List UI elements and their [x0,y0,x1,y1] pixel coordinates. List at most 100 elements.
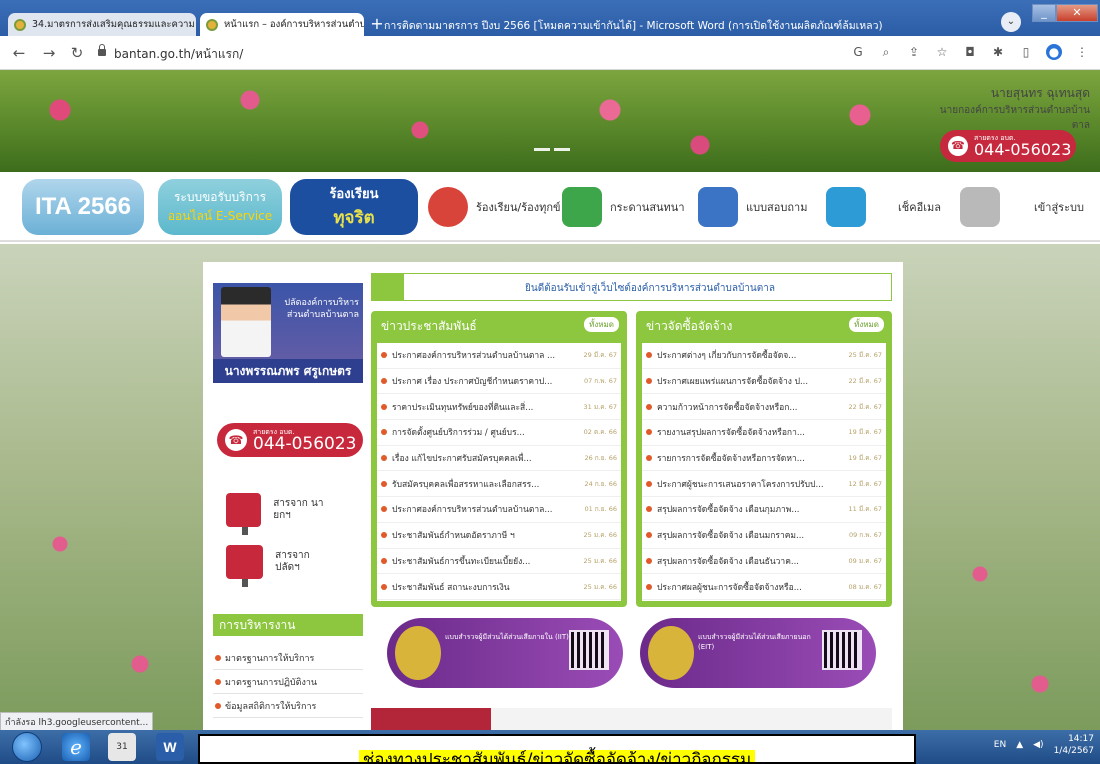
bookmark-star-icon[interactable]: ☆ [934,44,950,60]
management-item[interactable]: มาตรฐานการให้บริการ [213,646,363,670]
news-title[interactable]: รายการการจัดซื้อจัดจ้างหรือการจัดหา... [657,451,848,465]
procurement-news-box: ข่าวจัดซื้อจัดจ้าง ทั้งหมด ประกาศต่างๆ เ… [636,311,892,607]
news-row[interactable]: สรุปผลการจัดซื้อจัดจ้าง เดือนกุมภาพ... 11… [642,497,886,523]
news-title[interactable]: รับสมัครบุคคลเพื่อสรรหาและเลือกสรร... [392,477,583,491]
iit-survey-banner[interactable]: แบบสำรวจผู้มีส่วนได้ส่วนเสียภายใน (IIT) [387,618,623,688]
news-title[interactable]: เรื่อง แก้ไขประกาศรับสมัครบุคคลเพื่... [392,451,583,465]
news-title[interactable]: ประกาศองค์การบริหารส่วนตำบลบ้านตาล... [392,502,583,516]
news-row[interactable]: ประกาศต่างๆ เกี่ยวกับการจัดซื้อจัดจ... 25… [642,343,886,369]
complaint-link[interactable]: ร้องเรียน/ร้องทุกข์ [428,180,561,234]
back-icon[interactable]: ← [10,44,28,62]
news-title[interactable]: รายงานสรุปผลการจัดซื้อจัดจ้างหรือกา... [657,425,848,439]
survey-link[interactable]: แบบสอบถาม [698,180,807,234]
sidebar-hotline-badge[interactable]: ☎ สายตรง อบต. 044-056023 [217,423,363,457]
news-row[interactable]: ประชาสัมพันธ์การขึ้นทะเบียนเบี้ยยัง... 25… [377,549,621,575]
news-title[interactable]: ราคาประเมินทุนทรัพย์ของที่ดินและสิ่... [392,400,583,414]
news-title[interactable]: ประกาศต่างๆ เกี่ยวกับการจัดซื้อจัดจ... [657,348,848,362]
mailbox-icon [226,493,262,535]
clock-date: 1/4/2567 [1053,746,1094,756]
news-row[interactable]: รับสมัครบุคคลเพื่อสรรหาและเลือกสรร... 24 … [377,471,621,498]
browser-tab-active[interactable]: หน้าแรก – องค์การบริหารส่วนตำบลบ้านตาล ✕ [200,13,364,36]
news-row[interactable]: ประกาศองค์การบริหารส่วนตำบลบ้านตาล ... 29… [377,343,621,369]
check-email-link[interactable]: เช็คอีเมล [826,180,941,234]
news-title[interactable]: ประกาศผลผู้ชนะการจัดซื้อจัดจ้างหรือ... [657,580,848,594]
news-title[interactable]: ประชาสัมพันธ์ สถานะงบการเงิน [392,580,583,594]
bullet-icon [381,352,387,359]
language-indicator[interactable]: EN [994,740,1006,750]
volume-icon[interactable]: ◀) [1033,740,1043,750]
news-row[interactable]: ประกาศเผยแพร่แผนการจัดซื้อจัดจ้าง ป... 22… [642,369,886,395]
network-icon[interactable]: ▲ [1016,740,1023,750]
news-row[interactable]: ประกาศผลผู้ชนะการจัดซื้อจัดจ้างหรือ... 08… [642,574,886,600]
google-icon[interactable]: G [850,44,866,60]
clerk-profile-card[interactable]: ปลัดองค์การบริหารส่วนตำบลบ้านตาล นางพรรณ… [213,283,363,383]
lock-icon[interactable] [98,44,106,56]
zoom-icon[interactable]: ⌕ [878,44,894,60]
e-service-button[interactable]: ระบบขอรับบริการ ออนไลน์ E-Service [158,179,282,235]
welcome-bar: ยินดีต้อนรับเข้าสู่เว็บไซต์องค์การบริหาร… [371,273,892,301]
share-icon[interactable]: ⇪ [906,44,922,60]
menu-kebab-icon[interactable]: ⋮ [1074,44,1090,60]
news-row[interactable]: ประกาศ เรื่อง ประกาศบัญชีกำหนดราคาป... 07… [377,369,621,395]
news-title[interactable]: สรุปผลการจัดซื้อจัดจ้าง เดือนมกราคม... [657,528,848,542]
report-corruption-button[interactable]: ร้องเรียน ทุจริต [290,179,418,235]
pr-news-all-button[interactable]: ทั้งหมด [584,317,619,332]
clock[interactable]: 14:17 1/4/2567 [1054,733,1094,757]
news-row[interactable]: ราคาประเมินทุนทรัพย์ของที่ดินและสิ่... 31… [377,394,621,421]
discussion-board-link[interactable]: กระดานสนทนา [562,180,685,234]
profile-avatar-icon[interactable]: ● [1046,44,1062,60]
news-row[interactable]: เรื่อง แก้ไขประกาศรับสมัครบุคคลเพื่... 26… [377,446,621,472]
news-row[interactable]: ประชาสัมพันธ์กำหนดอัตราภาษี ฯ 25 ม.ค. 66 [377,523,621,549]
news-title[interactable]: ประกาศ เรื่อง ประกาศบัญชีกำหนดราคาป... [392,374,583,388]
close-window-button[interactable]: ✕ [1056,4,1098,22]
news-title[interactable]: สรุปผลการจัดซื้อจัดจ้าง เดือนธันวาค... [657,554,848,568]
news-row[interactable]: สรุปผลการจัดซื้อจัดจ้าง เดือนธันวาค... 09… [642,549,886,575]
news-row[interactable]: การจัดตั้งศูนย์บริการร่วม / ศูนย์บร... 02… [377,420,621,446]
news-row[interactable]: ประชาสัมพันธ์ สถานะงบการเงิน 25 ม.ค. 66 [377,574,621,600]
management-item[interactable]: ข้อมูลสถิติการให้บริการ [213,694,363,718]
news-row[interactable]: รายงานสรุปผลการจัดซื้อจัดจ้างหรือกา... 19… [642,420,886,446]
close-tab-icon[interactable]: ✕ [195,18,196,31]
browser-tab[interactable]: 34.มาตรการส่งเสริมคุณธรรมและความ ✕ [8,13,196,36]
eit-survey-banner[interactable]: แบบสำรวจผู้มีส่วนได้ส่วนเสียภายนอก (EIT) [640,618,876,688]
procurement-news-all-button[interactable]: ทั้งหมด [849,317,884,332]
message-from-clerk-link[interactable]: สารจาก ปลัดฯ [226,542,336,587]
iit-survey-text: แบบสำรวจผู้มีส่วนได้ส่วนเสียภายใน (IIT) [445,633,569,641]
hotline-badge[interactable]: ☎ สายตรง อบต. 044-056023 [940,130,1076,162]
news-row[interactable]: ความก้าวหน้าการจัดซื้อจัดจ้างหรือก... 22 … [642,394,886,421]
slider-dots[interactable] [534,148,570,151]
qr-code-icon [822,630,862,670]
tab-title: 34.มาตรการส่งเสริมคุณธรรมและความ [32,19,195,30]
news-row[interactable]: รายการการจัดซื้อจัดจ้างหรือการจัดหา... 19… [642,446,886,472]
calendar-icon[interactable]: 31 [108,733,136,761]
news-title[interactable]: ประกาศองค์การบริหารส่วนตำบลบ้านตาล ... [392,348,583,362]
internet-explorer-icon[interactable]: e [62,733,90,761]
forward-icon[interactable]: → [40,44,58,62]
news-title[interactable]: ประกาศผู้ชนะการเสนอราคาโครงการปรับป... [657,477,848,491]
news-title[interactable]: ความก้าวหน้าการจัดซื้อจัดจ้างหรือก... [657,400,848,414]
news-title[interactable]: การจัดตั้งศูนย์บริการร่วม / ศูนย์บร... [392,425,583,439]
minimize-button[interactable]: _ [1032,4,1056,22]
news-row[interactable]: สรุปผลการจัดซื้อจัดจ้าง เดือนมกราคม... 09… [642,523,886,549]
ita-2566-button[interactable]: ITA 2566 [22,179,144,235]
news-title[interactable]: ประชาสัมพันธ์การขึ้นทะเบียนเบี้ยยัง... [392,554,583,568]
start-button[interactable] [12,732,42,762]
toolbar-icons: G ⌕ ⇪ ☆ ◘ ✱ ▯ ● ⋮ [850,44,1090,60]
news-title[interactable]: สรุปผลการจัดซื้อจัดจ้าง เดือนกุมภาพ... [657,502,848,516]
extensions-icon[interactable]: ✱ [990,44,1006,60]
news-title[interactable]: ประชาสัมพันธ์กำหนดอัตราภาษี ฯ [392,528,583,542]
news-row[interactable]: ประกาศผู้ชนะการเสนอราคาโครงการปรับป... 12… [642,471,886,498]
camera-icon[interactable]: ◘ [962,44,978,60]
pr-news-box: ข่าวประชาสัมพันธ์ ทั้งหมด ประกาศองค์การบ… [371,311,627,607]
url-field[interactable]: bantan.go.th/หน้าแรก/ [114,45,243,64]
news-row[interactable]: ประกาศองค์การบริหารส่วนตำบลบ้านตาล... 01 … [377,497,621,523]
word-icon[interactable]: W [156,733,184,761]
news-date: 19 มี.ค. 67 [848,428,882,437]
news-title[interactable]: ประกาศเผยแพร่แผนการจัดซื้อจัดจ้าง ป... [657,374,848,388]
management-item[interactable]: มาตรฐานการปฏิบัติงาน [213,670,363,694]
message-from-mayor-link[interactable]: สารจาก นายกฯ [226,490,336,535]
login-link[interactable]: เข้าสู่ระบบ [960,180,1084,234]
sidepanel-icon[interactable]: ▯ [1018,44,1034,60]
tab-search-button[interactable]: ⌄ [1001,12,1021,32]
reload-icon[interactable]: ↻ [68,44,86,62]
